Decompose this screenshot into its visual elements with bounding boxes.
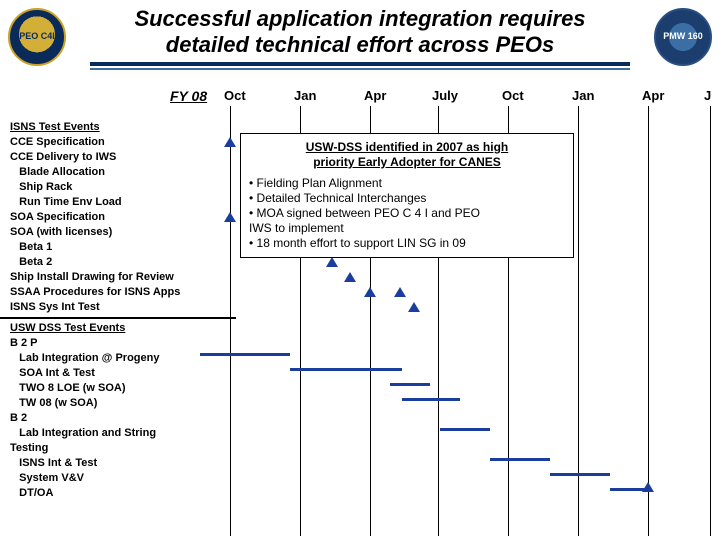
milestone-marker bbox=[344, 272, 356, 282]
title-line-1: Successful application integration requi… bbox=[80, 6, 640, 32]
timeline-chart: ISNS Test EventsCCE SpecificationCCE Del… bbox=[10, 88, 720, 536]
milestone-marker bbox=[224, 137, 236, 147]
milestone-marker bbox=[394, 287, 406, 297]
milestone-marker bbox=[408, 302, 420, 312]
milestone-marker bbox=[326, 257, 338, 267]
fy-label: FY 08 bbox=[170, 88, 207, 104]
month-label: Jan bbox=[294, 88, 316, 103]
gantt-bar bbox=[440, 428, 490, 431]
callout-bullets: • Fielding Plan Alignment• Detailed Tech… bbox=[249, 176, 565, 251]
title-rule-light bbox=[90, 68, 630, 70]
seal-right: PMW 160 bbox=[654, 8, 712, 66]
gantt-bar bbox=[402, 398, 460, 401]
month-gridline bbox=[230, 106, 231, 536]
milestone-marker bbox=[224, 212, 236, 222]
month-label: July bbox=[432, 88, 458, 103]
month-label: Apr bbox=[642, 88, 664, 103]
callout-bullet: • Fielding Plan Alignment bbox=[249, 176, 565, 191]
title-rule-heavy bbox=[90, 62, 630, 66]
callout-bullet: • MOA signed between PEO C 4 I and PEO bbox=[249, 206, 565, 221]
month-label: J bbox=[704, 88, 711, 103]
callout-bullet: • Detailed Technical Interchanges bbox=[249, 191, 565, 206]
seal-left: PEO C4I bbox=[8, 8, 66, 66]
callout-head-line2: priority Early Adopter for CANES bbox=[313, 155, 501, 169]
month-label: Apr bbox=[364, 88, 386, 103]
gantt-bar bbox=[200, 353, 290, 356]
month-label: Jan bbox=[572, 88, 594, 103]
slide-header: PEO C4I PMW 160 Successful application i… bbox=[0, 0, 720, 90]
gantt-bar bbox=[290, 368, 402, 371]
callout-bullet: • 18 month effort to support LIN SG in 0… bbox=[249, 236, 565, 251]
month-label: Oct bbox=[224, 88, 246, 103]
seal-right-label: PMW 160 bbox=[663, 32, 703, 42]
title-line-2: detailed technical effort across PEOs bbox=[80, 32, 640, 58]
callout-head: USW-DSS identified in 2007 as high prior… bbox=[249, 140, 565, 170]
callout-box: USW-DSS identified in 2007 as high prior… bbox=[240, 133, 574, 258]
callout-head-line1: USW-DSS identified in 2007 as high bbox=[306, 140, 508, 154]
milestone-marker bbox=[364, 287, 376, 297]
gantt-bar bbox=[610, 488, 648, 491]
gantt-bar bbox=[390, 383, 430, 386]
month-gridline bbox=[710, 106, 711, 536]
gantt-bar bbox=[550, 473, 610, 476]
seal-left-label: PEO C4I bbox=[19, 32, 55, 42]
month-gridline bbox=[648, 106, 649, 536]
month-label: Oct bbox=[502, 88, 524, 103]
gantt-bar bbox=[490, 458, 550, 461]
month-gridline bbox=[578, 106, 579, 536]
callout-bullet: IWS to implement bbox=[249, 221, 565, 236]
page-title: Successful application integration requi… bbox=[80, 6, 640, 58]
